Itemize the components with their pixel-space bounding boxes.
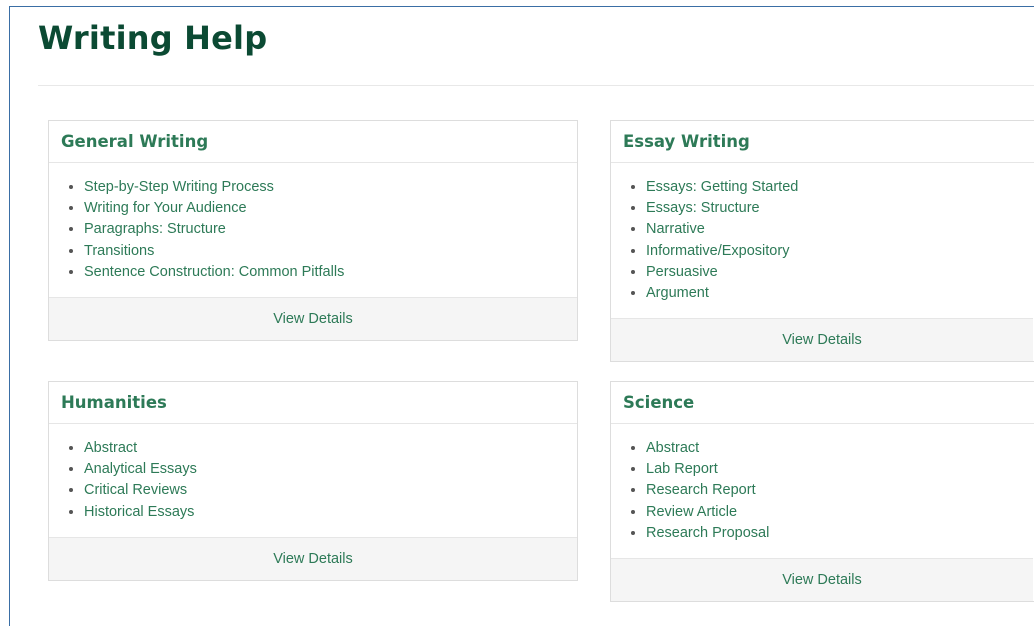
list-item: Step-by-Step Writing Process <box>84 177 577 198</box>
card-link[interactable]: Persuasive <box>646 264 718 280</box>
card-footer: View Details <box>611 318 1033 361</box>
card-link[interactable]: Sentence Construction: Common Pitfalls <box>84 264 344 280</box>
list-item: Sentence Construction: Common Pitfalls <box>84 262 577 283</box>
title-divider <box>38 85 1034 86</box>
card-body: Step-by-Step Writing Process Writing for… <box>49 163 577 295</box>
card-link[interactable]: Abstract <box>646 440 699 456</box>
list-item: Informative/Expository <box>646 241 1034 262</box>
card-link[interactable]: Informative/Expository <box>646 243 789 259</box>
view-details-link[interactable]: View Details <box>273 311 353 327</box>
card-humanities: Humanities Abstract Analytical Essays Cr… <box>48 381 578 581</box>
list-item: Abstract <box>84 438 577 459</box>
card-general-writing: General Writing Step-by-Step Writing Pro… <box>48 120 578 341</box>
card-link-list: Essays: Getting Started Essays: Structur… <box>611 177 1034 304</box>
list-item: Argument <box>646 283 1034 304</box>
card-header: Essay Writing <box>611 121 1034 163</box>
list-item: Transitions <box>84 241 577 262</box>
card-footer: View Details <box>49 297 577 340</box>
list-item: Persuasive <box>646 262 1034 283</box>
card-link-list: Abstract Lab Report Research Report Revi… <box>611 438 1034 544</box>
card-title: Humanities <box>61 393 167 412</box>
card-link[interactable]: Lab Report <box>646 461 718 477</box>
list-item: Essays: Getting Started <box>646 177 1034 198</box>
card-title: Science <box>623 393 695 412</box>
list-item: Research Proposal <box>646 523 1034 544</box>
card-link[interactable]: Step-by-Step Writing Process <box>84 179 274 195</box>
card-link[interactable]: Transitions <box>84 243 154 259</box>
card-link[interactable]: Abstract <box>84 440 137 456</box>
list-item: Writing for Your Audience <box>84 198 577 219</box>
card-link[interactable]: Writing for Your Audience <box>84 200 247 216</box>
card-footer: View Details <box>611 558 1033 601</box>
card-link[interactable]: Research Proposal <box>646 525 769 541</box>
list-item: Paragraphs: Structure <box>84 219 577 240</box>
card-header: Humanities <box>49 382 577 424</box>
card-body: Abstract Analytical Essays Critical Revi… <box>49 424 577 535</box>
card-link[interactable]: Historical Essays <box>84 504 194 520</box>
view-details-link[interactable]: View Details <box>273 551 353 567</box>
card-link[interactable]: Narrative <box>646 221 705 237</box>
list-item: Historical Essays <box>84 502 577 523</box>
card-link[interactable]: Research Report <box>646 482 756 498</box>
list-item: Abstract <box>646 438 1034 459</box>
list-item: Analytical Essays <box>84 459 577 480</box>
view-details-link[interactable]: View Details <box>782 572 862 588</box>
card-link[interactable]: Review Article <box>646 504 737 520</box>
card-essay-writing: Essay Writing Essays: Getting Started Es… <box>610 120 1034 362</box>
list-item: Review Article <box>646 502 1034 523</box>
card-science: Science Abstract Lab Report Research Rep… <box>610 381 1034 602</box>
list-item: Narrative <box>646 219 1034 240</box>
card-link[interactable]: Argument <box>646 285 709 301</box>
card-header: Science <box>611 382 1034 424</box>
page-title: Writing Help <box>38 19 268 57</box>
card-footer: View Details <box>49 537 577 580</box>
card-header: General Writing <box>49 121 577 163</box>
card-title: General Writing <box>61 132 209 151</box>
card-link-list: Step-by-Step Writing Process Writing for… <box>49 177 577 283</box>
card-body: Essays: Getting Started Essays: Structur… <box>611 163 1034 316</box>
card-link[interactable]: Essays: Structure <box>646 200 760 216</box>
list-item: Essays: Structure <box>646 198 1034 219</box>
card-link[interactable]: Analytical Essays <box>84 461 197 477</box>
card-link[interactable]: Critical Reviews <box>84 482 187 498</box>
card-body: Abstract Lab Report Research Report Revi… <box>611 424 1034 556</box>
list-item: Lab Report <box>646 459 1034 480</box>
card-title: Essay Writing <box>623 132 750 151</box>
list-item: Research Report <box>646 480 1034 501</box>
view-details-link[interactable]: View Details <box>782 332 862 348</box>
card-link[interactable]: Paragraphs: Structure <box>84 221 226 237</box>
card-link-list: Abstract Analytical Essays Critical Revi… <box>49 438 577 523</box>
card-link[interactable]: Essays: Getting Started <box>646 179 798 195</box>
list-item: Critical Reviews <box>84 480 577 501</box>
